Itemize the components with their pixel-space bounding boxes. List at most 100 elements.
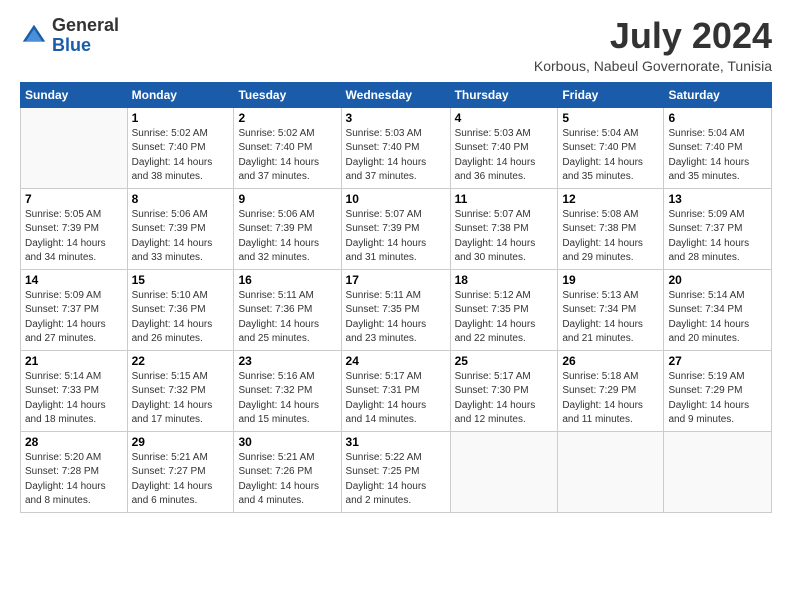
day-number: 31 [346, 435, 446, 449]
day-number: 4 [455, 111, 554, 125]
day-number: 10 [346, 192, 446, 206]
day-info: Sunrise: 5:22 AMSunset: 7:25 PMDaylight:… [346, 451, 446, 509]
day-info: Sunrise: 5:02 AMSunset: 7:40 PMDaylight:… [132, 127, 230, 185]
day-number: 23 [238, 354, 336, 368]
day-number: 21 [25, 354, 123, 368]
calendar-cell: 20 Sunrise: 5:14 AMSunset: 7:34 PMDayligh… [664, 269, 772, 350]
calendar-cell: 13 Sunrise: 5:09 AMSunset: 7:37 PMDayligh… [664, 188, 772, 269]
day-number: 26 [562, 354, 659, 368]
day-info: Sunrise: 5:17 AMSunset: 7:30 PMDaylight:… [455, 370, 554, 428]
calendar-cell: 30 Sunrise: 5:21 AMSunset: 7:26 PMDayligh… [234, 431, 341, 512]
calendar-cell: 19Sunrise: 5:13 AMSunset: 7:34 PMDayligh… [558, 269, 664, 350]
day-number: 15 [132, 273, 230, 287]
calendar-cell: 31 Sunrise: 5:22 AMSunset: 7:25 PMDayligh… [341, 431, 450, 512]
calendar-cell: 11 Sunrise: 5:07 AMSunset: 7:38 PMDayligh… [450, 188, 558, 269]
calendar-week-3: 14 Sunrise: 5:09 AMSunset: 7:37 PMDayligh… [21, 269, 772, 350]
calendar-cell: 9 Sunrise: 5:06 AMSunset: 7:39 PMDaylight… [234, 188, 341, 269]
calendar-cell [21, 107, 128, 188]
day-info: Sunrise: 5:11 AMSunset: 7:35 PMDaylight:… [346, 289, 446, 347]
day-header-thursday: Thursday [450, 82, 558, 107]
day-number: 17 [346, 273, 446, 287]
day-info: Sunrise: 5:16 AMSunset: 7:32 PMDaylight:… [238, 370, 336, 428]
calendar-cell: 21 Sunrise: 5:14 AMSunset: 7:33 PMDayligh… [21, 350, 128, 431]
calendar-cell: 8Sunrise: 5:06 AMSunset: 7:39 PMDaylight… [127, 188, 234, 269]
day-number: 24 [346, 354, 446, 368]
day-info: Sunrise: 5:07 AMSunset: 7:39 PMDaylight:… [346, 208, 446, 266]
calendar-cell: 24 Sunrise: 5:17 AMSunset: 7:31 PMDayligh… [341, 350, 450, 431]
calendar-cell: 7Sunrise: 5:05 AMSunset: 7:39 PMDaylight… [21, 188, 128, 269]
calendar-cell [558, 431, 664, 512]
day-number: 2 [238, 111, 336, 125]
day-info: Sunrise: 5:21 AMSunset: 7:27 PMDaylight:… [132, 451, 230, 509]
title-block: July 2024 Korbous, Nabeul Governorate, T… [534, 16, 772, 74]
day-info: Sunrise: 5:02 AMSunset: 7:40 PMDaylight:… [238, 127, 336, 185]
calendar-cell: 5Sunrise: 5:04 AMSunset: 7:40 PMDaylight… [558, 107, 664, 188]
day-number: 25 [455, 354, 554, 368]
day-number: 7 [25, 192, 123, 206]
calendar-cell: 22Sunrise: 5:15 AMSunset: 7:32 PMDayligh… [127, 350, 234, 431]
day-number: 3 [346, 111, 446, 125]
logo-icon [20, 22, 48, 50]
day-info: Sunrise: 5:08 AMSunset: 7:38 PMDaylight:… [562, 208, 659, 266]
calendar-cell: 17 Sunrise: 5:11 AMSunset: 7:35 PMDayligh… [341, 269, 450, 350]
calendar-cell: 6 Sunrise: 5:04 AMSunset: 7:40 PMDaylight… [664, 107, 772, 188]
day-info: Sunrise: 5:20 AMSunset: 7:28 PMDaylight:… [25, 451, 123, 509]
day-header-tuesday: Tuesday [234, 82, 341, 107]
day-number: 9 [238, 192, 336, 206]
location: Korbous, Nabeul Governorate, Tunisia [534, 58, 772, 74]
day-number: 1 [132, 111, 230, 125]
day-info: Sunrise: 5:14 AMSunset: 7:34 PMDaylight:… [668, 289, 767, 347]
day-number: 5 [562, 111, 659, 125]
calendar-cell: 27Sunrise: 5:19 AMSunset: 7:29 PMDayligh… [664, 350, 772, 431]
calendar-cell: 29 Sunrise: 5:21 AMSunset: 7:27 PMDayligh… [127, 431, 234, 512]
calendar-cell [450, 431, 558, 512]
day-header-sunday: Sunday [21, 82, 128, 107]
logo-general: General [52, 15, 119, 35]
day-header-monday: Monday [127, 82, 234, 107]
calendar-cell: 16Sunrise: 5:11 AMSunset: 7:36 PMDayligh… [234, 269, 341, 350]
calendar-cell: 28 Sunrise: 5:20 AMSunset: 7:28 PMDayligh… [21, 431, 128, 512]
day-number: 16 [238, 273, 336, 287]
day-info: Sunrise: 5:14 AMSunset: 7:33 PMDaylight:… [25, 370, 123, 428]
day-info: Sunrise: 5:09 AMSunset: 7:37 PMDaylight:… [25, 289, 123, 347]
day-info: Sunrise: 5:21 AMSunset: 7:26 PMDaylight:… [238, 451, 336, 509]
calendar-cell: 12 Sunrise: 5:08 AMSunset: 7:38 PMDayligh… [558, 188, 664, 269]
day-header-wednesday: Wednesday [341, 82, 450, 107]
day-info: Sunrise: 5:09 AMSunset: 7:37 PMDaylight:… [668, 208, 767, 266]
day-number: 29 [132, 435, 230, 449]
calendar-cell: 3 Sunrise: 5:03 AMSunset: 7:40 PMDaylight… [341, 107, 450, 188]
day-info: Sunrise: 5:03 AMSunset: 7:40 PMDaylight:… [455, 127, 554, 185]
day-info: Sunrise: 5:19 AMSunset: 7:29 PMDaylight:… [668, 370, 767, 428]
day-info: Sunrise: 5:07 AMSunset: 7:38 PMDaylight:… [455, 208, 554, 266]
day-info: Sunrise: 5:18 AMSunset: 7:29 PMDaylight:… [562, 370, 659, 428]
calendar-cell: 14 Sunrise: 5:09 AMSunset: 7:37 PMDayligh… [21, 269, 128, 350]
calendar-cell: 1 Sunrise: 5:02 AMSunset: 7:40 PMDaylight… [127, 107, 234, 188]
day-number: 28 [25, 435, 123, 449]
day-number: 12 [562, 192, 659, 206]
calendar-week-1: 1 Sunrise: 5:02 AMSunset: 7:40 PMDaylight… [21, 107, 772, 188]
calendar-week-5: 28 Sunrise: 5:20 AMSunset: 7:28 PMDayligh… [21, 431, 772, 512]
day-number: 18 [455, 273, 554, 287]
day-number: 19 [562, 273, 659, 287]
calendar-header-row: SundayMondayTuesdayWednesdayThursdayFrid… [21, 82, 772, 107]
day-info: Sunrise: 5:17 AMSunset: 7:31 PMDaylight:… [346, 370, 446, 428]
day-info: Sunrise: 5:12 AMSunset: 7:35 PMDaylight:… [455, 289, 554, 347]
day-number: 20 [668, 273, 767, 287]
calendar-cell [664, 431, 772, 512]
day-info: Sunrise: 5:06 AMSunset: 7:39 PMDaylight:… [132, 208, 230, 266]
day-number: 30 [238, 435, 336, 449]
day-number: 14 [25, 273, 123, 287]
header: General Blue July 2024 Korbous, Nabeul G… [20, 16, 772, 74]
day-info: Sunrise: 5:06 AMSunset: 7:39 PMDaylight:… [238, 208, 336, 266]
calendar-cell: 15 Sunrise: 5:10 AMSunset: 7:36 PMDayligh… [127, 269, 234, 350]
calendar-cell: 26 Sunrise: 5:18 AMSunset: 7:29 PMDayligh… [558, 350, 664, 431]
calendar-table: SundayMondayTuesdayWednesdayThursdayFrid… [20, 82, 772, 513]
day-info: Sunrise: 5:04 AMSunset: 7:40 PMDaylight:… [668, 127, 767, 185]
day-number: 6 [668, 111, 767, 125]
day-number: 11 [455, 192, 554, 206]
day-info: Sunrise: 5:03 AMSunset: 7:40 PMDaylight:… [346, 127, 446, 185]
calendar-cell: 4 Sunrise: 5:03 AMSunset: 7:40 PMDaylight… [450, 107, 558, 188]
logo-text: General Blue [52, 16, 119, 56]
day-info: Sunrise: 5:10 AMSunset: 7:36 PMDaylight:… [132, 289, 230, 347]
day-number: 13 [668, 192, 767, 206]
